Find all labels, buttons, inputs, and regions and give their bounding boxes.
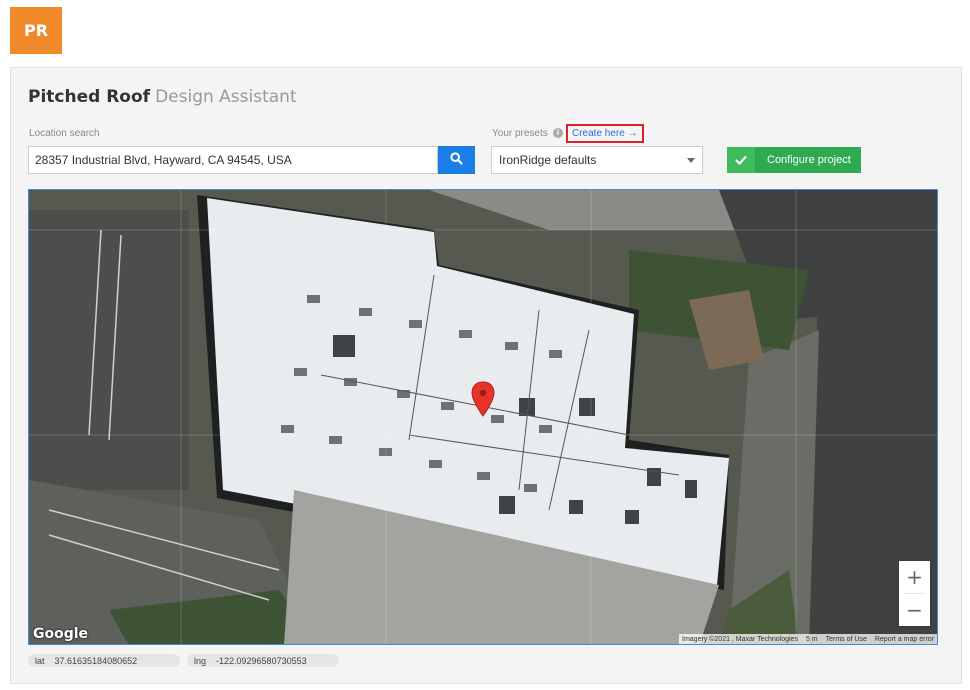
lat-label: lat [35,655,45,666]
checkmark-icon [727,147,755,173]
chevron-down-icon [687,157,695,163]
search-icon [450,152,463,168]
create-preset-link[interactable]: Create here → [566,124,644,143]
configure-project-button[interactable]: Configure project [727,147,861,173]
preset-selected-value: IronRidge defaults [499,153,597,167]
google-logo: Google [33,626,89,642]
info-icon[interactable]: i [553,128,563,138]
logo-text: PR [23,21,49,40]
satellite-map[interactable]: Google Imagery ©2021 , Maxar Technologie… [28,189,938,645]
zoom-control: + − [899,561,930,626]
lng-label: lng [194,655,207,666]
app-logo[interactable]: PR [10,7,62,54]
zoom-out-button[interactable]: − [899,594,930,626]
preset-select[interactable]: IronRidge defaults [491,146,703,174]
presets-label: Your presets [492,128,548,139]
design-assistant-panel: Pitched Roof Design Assistant Location se… [10,67,962,684]
configure-project-label: Configure project [767,154,851,166]
zoom-in-button[interactable]: + [899,561,930,593]
latitude-readout: lat 37.61635184080652 [28,654,180,667]
report-map-error-link[interactable]: Report a map error [875,636,934,643]
title-sub: Design Assistant [155,87,297,107]
page-title: Pitched Roof Design Assistant [28,86,297,107]
longitude-readout: lng -122.09296580730553 [187,654,339,667]
map-scale: 5 m [805,635,818,643]
lng-value: -122.09296580730553 [216,655,307,666]
location-search-input[interactable] [28,146,438,174]
search-button[interactable] [438,146,475,174]
imagery-attribution: Imagery ©2021 , Maxar Technologies [682,635,798,643]
map-attribution-bar: Imagery ©2021 , Maxar Technologies 5 m T… [679,634,937,644]
terms-of-use-link[interactable]: Terms of Use [826,636,867,643]
lat-value: 37.61635184080652 [54,655,138,666]
satellite-imagery [29,190,937,644]
location-search-label: Location search [29,128,100,139]
title-main: Pitched Roof [28,87,151,107]
